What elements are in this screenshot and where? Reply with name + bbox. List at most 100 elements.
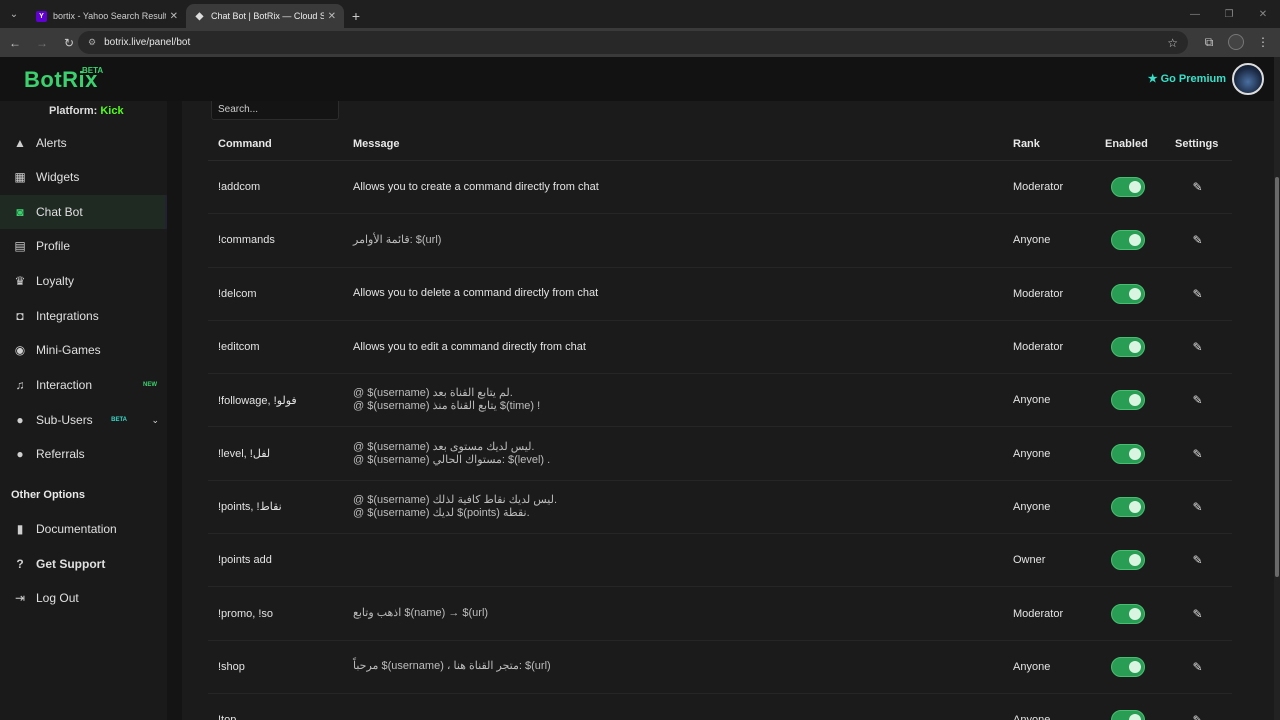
search-input[interactable]: Search... [211, 101, 339, 120]
column-header-command[interactable]: Command [208, 138, 343, 150]
enabled-toggle[interactable] [1111, 603, 1145, 624]
sidebar-item-label: Log Out [36, 591, 79, 605]
rank-cell: Anyone [1013, 500, 1051, 513]
sidebar-item-integrations[interactable]: ◘ Integrations [0, 299, 167, 333]
close-tab-icon[interactable]: ✕ [170, 11, 178, 22]
sidebar-item-label: Loyalty [36, 274, 75, 288]
sidebar-item-profile[interactable]: ▤ Profile [0, 229, 167, 263]
sidebar-item-alerts[interactable]: ▲ Alerts [0, 126, 167, 160]
column-header-message[interactable]: Message [343, 138, 993, 150]
sidebar-item-log-out[interactable]: ⇥ Log Out [0, 581, 167, 615]
sidebar-item-get-support[interactable]: ? Get Support [0, 547, 167, 581]
scrollbar-thumb[interactable] [1275, 177, 1279, 577]
page-scrollbar[interactable] [1274, 57, 1280, 720]
table-row[interactable]: !addcom Allows you to create a command di… [208, 161, 1232, 215]
new-tab-button[interactable]: + [344, 4, 368, 28]
enabled-toggle[interactable] [1111, 390, 1145, 411]
gamepad-icon: ◉ [14, 343, 26, 357]
command-cell: !editcom [218, 341, 260, 354]
sidebar-item-documentation[interactable]: ▮ Documentation [0, 512, 167, 546]
table-row[interactable]: !followage, !فولو @ $(username) لم يتابع … [208, 374, 1232, 428]
edit-pencil-icon[interactable]: ✎ [1192, 393, 1202, 407]
minimize-icon[interactable]: — [1178, 0, 1212, 28]
table-row[interactable]: !shop مرحباً $(username) ، متجر القناة هن… [208, 641, 1232, 694]
table-row[interactable]: !points add Owner ✎ [208, 534, 1232, 588]
profile-avatar-icon[interactable] [1228, 34, 1244, 50]
sidebar-item-chat-bot[interactable]: ◙ Chat Bot [0, 195, 167, 229]
rank-cell: Anyone [1013, 660, 1051, 673]
sidebar-item-label: Get Support [36, 557, 106, 571]
window-controls: — ❐ ✕ [1178, 0, 1280, 28]
enabled-toggle[interactable] [1111, 177, 1145, 198]
table-row[interactable]: !delcom Allows you to delete a command di… [208, 268, 1232, 321]
edit-pencil-icon[interactable]: ✎ [1192, 500, 1202, 514]
table-row[interactable]: !editcom Allows you to edit a command dir… [208, 321, 1232, 375]
extensions-icon[interactable]: ⧉ [1198, 31, 1220, 53]
browser-menu-icon[interactable]: ⋮ [1252, 31, 1274, 53]
edit-pencil-icon[interactable]: ✎ [1192, 660, 1202, 674]
column-header-enabled[interactable]: Enabled [1093, 138, 1163, 150]
close-window-icon[interactable]: ✕ [1246, 0, 1280, 28]
rank-cell: Moderator [1013, 607, 1064, 620]
edit-pencil-icon[interactable]: ✎ [1192, 180, 1202, 194]
toggle-knob [1129, 554, 1141, 567]
music-icon: ♫ [15, 378, 25, 392]
enabled-toggle[interactable] [1111, 230, 1145, 251]
enabled-toggle[interactable] [1111, 656, 1145, 677]
column-header-rank[interactable]: Rank [993, 138, 1093, 150]
restore-icon[interactable]: ❐ [1212, 0, 1246, 28]
edit-pencil-icon[interactable]: ✎ [1192, 713, 1202, 720]
table-row[interactable]: !top Anyone ✎ [208, 694, 1232, 720]
enabled-cell [1093, 230, 1163, 251]
enabled-toggle[interactable] [1111, 550, 1145, 571]
other-options-heading: Other Options [11, 489, 85, 501]
enabled-toggle[interactable] [1111, 283, 1145, 304]
edit-pencil-icon[interactable]: ✎ [1192, 287, 1202, 301]
close-tab-icon[interactable]: ✕ [328, 11, 336, 22]
sidebar-item-interaction[interactable]: ♫ Interaction NEW [0, 368, 167, 402]
settings-cell: ✎ [1163, 233, 1232, 247]
edit-pencil-icon[interactable]: ✎ [1192, 340, 1202, 354]
tab-search-icon[interactable]: ⌄ [0, 0, 28, 28]
rank-cell: Moderator [1013, 181, 1064, 194]
sidebar-item-sub-users[interactable]: ● Sub-Users BETA ⌄ [0, 403, 167, 437]
settings-cell: ✎ [1163, 500, 1232, 514]
settings-cell: ✎ [1163, 447, 1232, 461]
table-row[interactable]: !commands قائمة الأوامر: $(url) Anyone ✎ [208, 214, 1232, 268]
message-cell: @ $(username) ليس لديك مستوى بعد. @ $(use… [343, 441, 993, 467]
tab-title: Chat Bot | BotRix — Cloud Strea [211, 11, 324, 21]
enabled-toggle[interactable] [1111, 337, 1145, 358]
enabled-toggle[interactable] [1111, 496, 1145, 517]
browser-tab-yahoo[interactable]: Y bortix - Yahoo Search Results ✕ [28, 4, 186, 28]
url-field[interactable]: ⚙ botrix.live/panel/bot ☆ [78, 31, 1188, 54]
sidebar-item-mini-games[interactable]: ◉ Mini-Games [0, 333, 167, 367]
enabled-toggle[interactable] [1111, 443, 1145, 464]
edit-pencil-icon[interactable]: ✎ [1192, 553, 1202, 567]
edit-pencil-icon[interactable]: ✎ [1192, 233, 1202, 247]
settings-cell: ✎ [1163, 553, 1232, 567]
enabled-toggle[interactable] [1111, 710, 1145, 720]
sidebar-item-loyalty[interactable]: ♛ Loyalty [0, 264, 167, 298]
chevron-down-icon[interactable]: ⌄ [151, 415, 159, 426]
user-avatar[interactable] [1232, 63, 1264, 95]
rank-cell: Anyone [993, 714, 1093, 720]
table-row[interactable]: !level, !لفل @ $(username) ليس لديك مستوى… [208, 427, 1232, 481]
sidebar-item-label: Chat Bot [36, 205, 83, 219]
table-row[interactable]: !points, !نقاط @ $(username) ليس لديك نقا… [208, 481, 1232, 535]
go-premium-button[interactable]: ★ Go Premium [1148, 72, 1226, 86]
sidebar-item-widgets[interactable]: ▦ Widgets [0, 160, 167, 194]
edit-pencil-icon[interactable]: ✎ [1192, 447, 1202, 461]
message-line: @ $(username) لديك $(points) نقطة. [353, 506, 530, 519]
sidebar-item-referrals[interactable]: ● Referrals [0, 437, 167, 471]
browser-tab-botrix[interactable]: ◆ Chat Bot | BotRix — Cloud Strea ✕ [186, 4, 344, 28]
edit-pencil-icon[interactable]: ✎ [1192, 607, 1202, 621]
back-icon[interactable]: ← [3, 31, 27, 55]
forward-icon[interactable]: → [30, 31, 54, 55]
table-header: Command Message Rank Enabled Settings [208, 127, 1232, 161]
table-row[interactable]: !promo, !so اذهب وتابع $(name) → $(url) Mo… [208, 587, 1232, 641]
bookmark-star-icon[interactable]: ☆ [1167, 36, 1178, 50]
site-info-icon[interactable]: ⚙ [88, 37, 96, 48]
beta-badge: BETA [82, 66, 104, 75]
message-line: @ $(username) ليس لديك نقاط كافية لذلك. [353, 493, 558, 506]
command-cell: !shop [218, 660, 245, 673]
